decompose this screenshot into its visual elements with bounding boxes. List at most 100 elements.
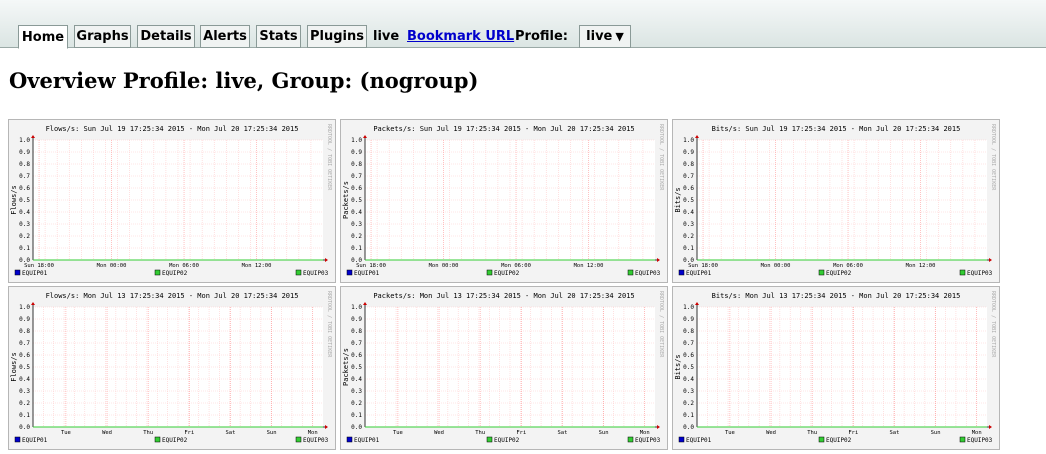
tab-details[interactable]: Details: [137, 25, 195, 48]
y-axis-label: Bits/s: [674, 187, 682, 212]
y-tick-label: 0.3: [351, 221, 362, 228]
y-axis-arrow: [363, 135, 367, 138]
x-tick-label: Sat: [225, 430, 235, 436]
x-tick-label: Mon 12:00: [906, 263, 936, 269]
chart-title: Bits/s: Mon Jul 13 17:25:34 2015 - Mon J…: [712, 292, 961, 300]
legend-swatch: [818, 436, 825, 443]
legend-swatch: [959, 269, 966, 276]
tab-graphs[interactable]: Graphs: [74, 25, 131, 48]
y-axis-arrow: [695, 135, 699, 138]
y-axis-arrow: [31, 135, 35, 138]
y-tick-label: 0.6: [19, 185, 30, 192]
x-tick-label: Thu: [143, 430, 153, 436]
y-tick-label: 0.0: [19, 424, 30, 431]
chart-title: Flows/s: Sun Jul 19 17:25:34 2015 - Mon …: [46, 125, 299, 133]
x-tick-label: Mon 06:00: [169, 263, 199, 269]
y-tick-label: 1.0: [683, 304, 694, 311]
graph-bits-week[interactable]: Bits/s: Mon Jul 13 17:25:34 2015 - Mon J…: [672, 286, 1000, 450]
y-tick-label: 0.5: [683, 197, 694, 204]
x-axis-arrow: [325, 425, 328, 429]
legend-swatch: [486, 269, 493, 276]
x-tick-label: Mon: [640, 430, 650, 436]
legend-label: EQUIP01: [22, 270, 48, 277]
legend-swatch: [346, 436, 353, 443]
page-title: Overview Profile: live, Group: (nogroup): [9, 68, 479, 93]
chart-title: Bits/s: Sun Jul 19 17:25:34 2015 - Mon J…: [712, 125, 961, 133]
tab-plugins[interactable]: Plugins: [307, 25, 367, 48]
y-tick-label: 0.4: [19, 376, 30, 383]
graph-packets-day[interactable]: Packets/s: Sun Jul 19 17:25:34 2015 - Mo…: [340, 119, 668, 283]
y-tick-label: 0.6: [683, 352, 694, 359]
y-tick-label: 0.8: [19, 328, 30, 335]
y-tick-label: 0.3: [351, 388, 362, 395]
legend-swatch: [486, 436, 493, 443]
legend-swatch: [14, 269, 21, 276]
tab-stats[interactable]: Stats: [256, 25, 301, 48]
profile-dropdown-value: live: [586, 29, 613, 44]
legend-swatch: [678, 436, 685, 443]
y-tick-label: 0.1: [683, 245, 694, 252]
y-tick-label: 0.9: [683, 316, 694, 323]
y-tick-label: 0.1: [19, 245, 30, 252]
y-tick-label: 1.0: [351, 304, 362, 311]
y-tick-label: 0.7: [19, 173, 30, 180]
y-tick-label: 0.9: [19, 316, 30, 323]
tab-home[interactable]: Home: [18, 25, 68, 49]
y-tick-label: 0.9: [351, 149, 362, 156]
y-tick-label: 0.6: [351, 352, 362, 359]
y-tick-label: 0.4: [683, 209, 694, 216]
x-tick-label: Mon 00:00: [761, 263, 791, 269]
graph-flows-week[interactable]: Flows/s: Mon Jul 13 17:25:34 2015 - Mon …: [8, 286, 336, 450]
y-tick-label: 0.3: [683, 221, 694, 228]
y-tick-label: 0.6: [19, 352, 30, 359]
y-tick-label: 0.1: [19, 412, 30, 419]
y-tick-label: 0.7: [351, 173, 362, 180]
legend-label: EQUIP02: [494, 270, 520, 277]
graph-flows-day[interactable]: Flows/s: Sun Jul 19 17:25:34 2015 - Mon …: [8, 119, 336, 283]
rrdtool-watermark: RRDTOOL / TOBI OETIKER: [326, 124, 332, 191]
x-tick-label: Sun 18:00: [688, 263, 718, 269]
x-tick-label: Wed: [766, 430, 776, 436]
legend-label: EQUIP03: [635, 437, 661, 444]
y-tick-label: 0.6: [351, 185, 362, 192]
y-tick-label: 0.5: [19, 364, 30, 371]
y-tick-label: 0.9: [351, 316, 362, 323]
graph-svg: Bits/s: Mon Jul 13 17:25:34 2015 - Mon J…: [674, 291, 996, 444]
y-axis-arrow: [31, 302, 35, 305]
x-tick-label: Tue: [61, 430, 71, 436]
x-tick-label: Sun 18:00: [356, 263, 386, 269]
legend-label: EQUIP02: [162, 437, 188, 444]
y-tick-label: 0.1: [683, 412, 694, 419]
y-tick-label: 1.0: [19, 137, 30, 144]
y-tick-label: 0.9: [683, 149, 694, 156]
x-tick-label: Mon: [308, 430, 318, 436]
tab-alerts[interactable]: Alerts: [200, 25, 250, 48]
graph-svg: Packets/s: Mon Jul 13 17:25:34 2015 - Mo…: [342, 291, 664, 444]
y-axis-label: Packets/s: [342, 348, 350, 386]
chevron-down-icon: ▼: [615, 30, 624, 43]
graph-bits-day[interactable]: Bits/s: Sun Jul 19 17:25:34 2015 - Mon J…: [672, 119, 1000, 283]
legend-label: EQUIP01: [22, 437, 48, 444]
rrdtool-watermark: RRDTOOL / TOBI OETIKER: [990, 291, 996, 358]
rrdtool-watermark: RRDTOOL / TOBI OETIKER: [658, 124, 664, 191]
legend-swatch: [295, 436, 302, 443]
bookmark-url-link[interactable]: Bookmark URL: [407, 29, 514, 44]
y-tick-label: 0.3: [19, 221, 30, 228]
x-tick-label: Mon 00:00: [97, 263, 127, 269]
x-tick-label: Mon 06:00: [501, 263, 531, 269]
live-label: live: [373, 29, 400, 44]
legend-swatch: [295, 269, 302, 276]
x-tick-label: Sun 18:00: [24, 263, 54, 269]
legend-swatch: [959, 436, 966, 443]
y-axis-arrow: [695, 302, 699, 305]
y-tick-label: 0.4: [351, 209, 362, 216]
y-tick-label: 0.8: [19, 161, 30, 168]
y-tick-label: 0.2: [19, 233, 30, 240]
y-tick-label: 0.8: [351, 161, 362, 168]
legend-label: EQUIP02: [162, 270, 188, 277]
legend-label: EQUIP03: [635, 270, 661, 277]
graph-packets-week[interactable]: Packets/s: Mon Jul 13 17:25:34 2015 - Mo…: [340, 286, 668, 450]
y-tick-label: 0.1: [351, 245, 362, 252]
x-tick-label: Fri: [516, 430, 526, 436]
profile-dropdown[interactable]: live ▼: [579, 25, 631, 48]
